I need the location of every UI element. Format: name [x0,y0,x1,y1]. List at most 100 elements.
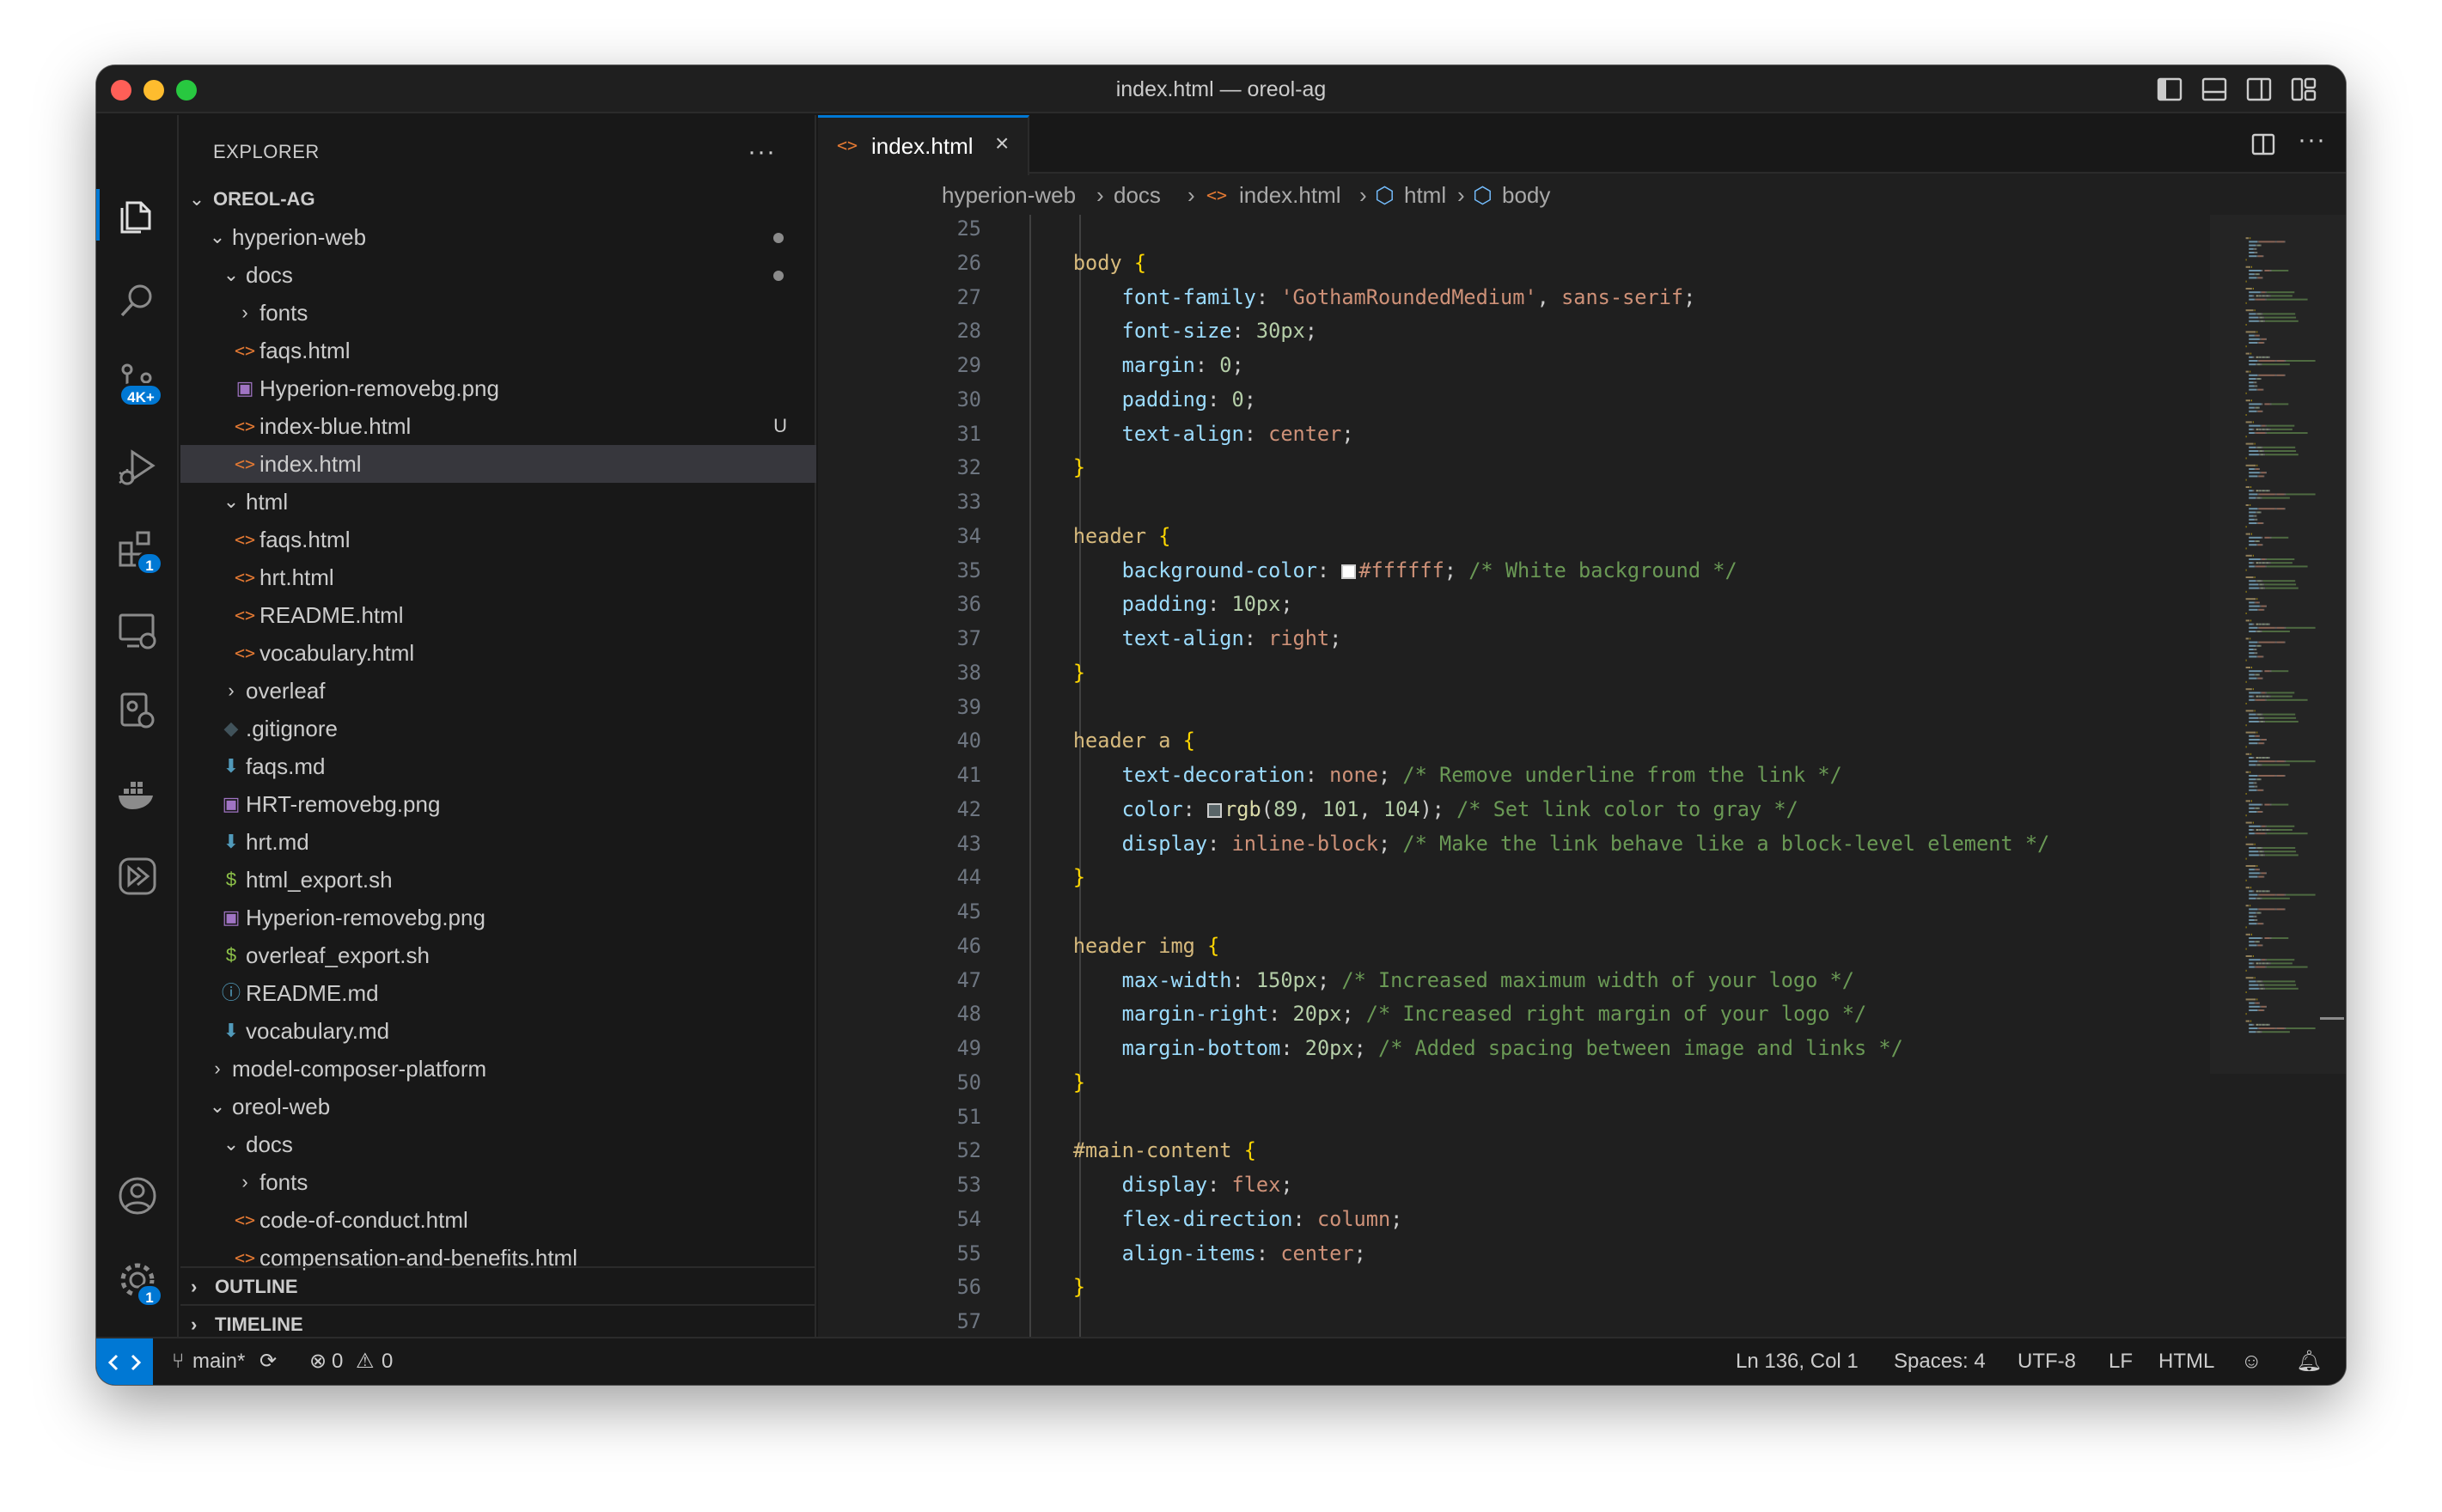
toggle-secondary-sidebar-icon[interactable] [2246,77,2272,101]
breadcrumb-item[interactable]: html [1404,175,1446,215]
file-item[interactable]: <> README.html [180,596,816,634]
split-editor-icon[interactable] [2251,132,2275,161]
file-item[interactable]: <> index.html [180,445,816,483]
minimap[interactable] [2236,215,2346,1337]
minimap-token [2276,893,2285,896]
html-file-icon: <> [234,416,256,436]
chevron-right-icon: › [1187,182,1195,208]
file-item[interactable]: <> code-of-conduct.html [180,1201,816,1239]
editor-more-actions-icon[interactable]: ··· [2298,125,2326,155]
file-item[interactable]: <> vocabulary.html [180,634,816,672]
testing-icon[interactable] [115,854,160,899]
file-item[interactable]: ⬇ vocabulary.md [180,1012,816,1050]
workspace-root[interactable]: ⌄ OREOL-AG [180,180,816,218]
minimap-token [2263,320,2266,322]
run-and-debug-icon[interactable] [115,445,160,490]
language-mode[interactable]: HTML [2158,1338,2214,1385]
minimap-token [2258,923,2263,925]
minimap-token [2245,598,2256,601]
feedback-icon[interactable]: ☺ [2241,1338,2262,1385]
file-item[interactable]: $ overleaf_export.sh [180,936,816,974]
code-text: flex-direction: column; [1121,1206,1403,1231]
minimap-token [2274,1027,2277,1029]
chevron-down-icon: ⌄ [223,264,240,285]
minimap-token [2249,508,2258,510]
file-item[interactable]: ▣ Hyperion-removebg.png [180,899,816,936]
search-icon[interactable] [115,278,160,323]
cursor-position[interactable]: Ln 136, Col 1 [1736,1338,1859,1385]
file-item[interactable]: ⬇ hrt.md [180,823,816,861]
minimap-token [2257,742,2259,745]
minimap-token [2284,626,2286,629]
folder-item[interactable]: ⌄ docs [180,1125,816,1163]
branch-label[interactable]: main* [192,1338,245,1385]
minimap-token [2258,829,2260,831]
folder-item[interactable]: › overleaf [180,672,816,710]
minimap-token [2262,316,2265,319]
minimap-token [2256,811,2258,813]
tree-item-label: oreol-web [232,1094,331,1119]
minimap-token [2262,695,2265,698]
sync-icon[interactable]: ⟳ [259,1338,277,1385]
color-swatch[interactable] [1207,802,1223,818]
breadcrumb-item[interactable]: index.html [1239,175,1341,215]
minimap-token [2258,342,2264,344]
indentation[interactable]: Spaces: 4 [1894,1338,1986,1385]
minimap-token [2256,490,2259,492]
customize-layout-icon[interactable] [2291,77,2317,101]
minimap-token [2262,450,2265,452]
accounts-icon[interactable] [115,1174,160,1218]
minimap-token [2249,854,2259,857]
file-item[interactable]: ▣ Hyperion-removebg.png [180,369,816,407]
file-item[interactable]: ⬇ faqs.md [180,747,816,785]
minimap-token [2260,721,2264,722]
line-number: 49 [956,1036,981,1060]
minimap-token [2252,295,2255,297]
color-swatch[interactable] [1341,564,1357,579]
file-item[interactable]: ◆ .gitignore [180,710,816,747]
minimap-token [2249,388,2257,391]
folder-item[interactable]: ⌄ html [180,483,816,521]
file-item[interactable]: <> faqs.html [180,332,816,369]
notifications-bell-icon[interactable]: 🔔︎ [2296,1338,2322,1385]
breadcrumb-item[interactable]: hyperion-web [942,175,1076,215]
code-line: 52 #main-content { [818,1135,2138,1166]
error-count[interactable]: 0 [332,1338,343,1385]
explorer-icon[interactable] [115,192,160,237]
toggle-panel-icon[interactable] [2201,77,2227,101]
encoding[interactable]: UTF-8 [2018,1338,2076,1385]
file-item[interactable]: <> hrt.html [180,558,816,596]
file-item[interactable]: ▣ HRT-removebg.png [180,785,816,823]
toggle-primary-sidebar-icon[interactable] [2157,77,2183,101]
line-number: 42 [956,796,981,821]
minimap-token [2256,869,2259,871]
folder-item[interactable]: ⌄ oreol-web [180,1088,816,1125]
tab-index-html[interactable]: <> index.html × [818,115,1029,175]
docker-icon[interactable] [115,771,160,816]
file-item[interactable]: $ html_export.sh [180,861,816,899]
file-item[interactable]: ⓘ README.md [180,974,816,1012]
file-item[interactable]: <> index-blue.html U [180,407,816,445]
minimap-token [2256,807,2259,809]
folder-item[interactable]: ⌄ docs [180,256,816,294]
settings-sync-icon[interactable] [115,689,160,734]
explorer-more-actions-icon[interactable]: ··· [748,137,776,167]
image-file-icon: ▣ [235,377,254,399]
remote-explorer-icon[interactable] [115,608,160,653]
file-item[interactable]: <> faqs.html [180,521,816,558]
folder-item[interactable]: › fonts [180,1163,816,1201]
outline-section[interactable]: › OUTLINE [180,1266,816,1304]
remote-indicator[interactable] [96,1338,153,1385]
end-of-line[interactable]: LF [2109,1338,2133,1385]
breadcrumb-item[interactable]: docs [1114,175,1161,215]
minimap-token [2264,803,2270,806]
minimap-token [2258,241,2275,243]
warning-count[interactable]: 0 [382,1338,393,1385]
folder-item[interactable]: ⌄ hyperion-web [180,218,816,256]
breadcrumb-item[interactable]: body [1502,175,1550,215]
folder-item[interactable]: › fonts [180,294,816,332]
outline-label: OUTLINE [215,1276,298,1297]
code-editor[interactable]: 25 26 body {27 font-family: 'GothamRounde… [818,215,2138,1337]
folder-item[interactable]: › model-composer-platform [180,1050,816,1088]
close-tab-icon[interactable]: × [995,130,1009,157]
